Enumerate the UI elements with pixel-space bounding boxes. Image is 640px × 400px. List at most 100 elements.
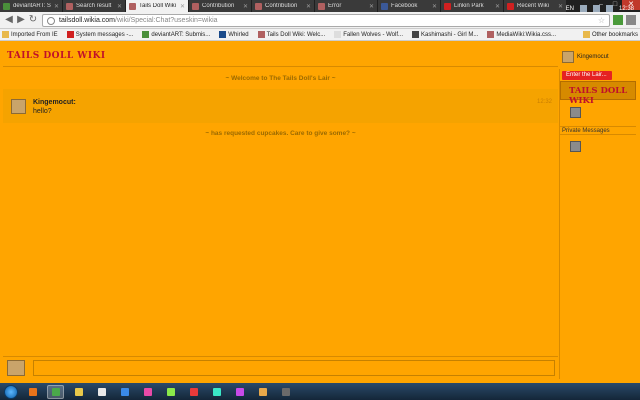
bookmark-favicon-icon — [257, 31, 265, 38]
windows-taskbar — [0, 383, 640, 400]
firefox-icon — [28, 387, 37, 396]
bookmark-item[interactable]: deviantART: Submis... — [142, 31, 210, 38]
chrome-icon — [51, 387, 60, 396]
browser-tab[interactable]: Facebook ✕ — [378, 0, 440, 12]
globe-icon — [47, 16, 55, 25]
back-icon[interactable]: ◀ — [3, 14, 15, 26]
wiki-logo[interactable]: TAILS DOLL WIKI — [7, 51, 106, 61]
bookmark-favicon-icon — [2, 31, 9, 38]
app11-icon — [258, 387, 267, 396]
taskbar-explorer-button[interactable] — [70, 385, 87, 399]
bookmark-label: MediaWiki:Wikia.css... — [496, 31, 557, 38]
app10-icon — [235, 387, 244, 396]
browser-tab[interactable]: Recent Wiki ✕ — [504, 0, 566, 12]
bookmarks-bar: Imported From IE System messages -... devi… — [0, 29, 640, 41]
tab-title: Tails Doll Wiki — [139, 3, 177, 9]
current-user-box[interactable]: Kingemocut — [559, 46, 637, 67]
taskbar-media-player-button[interactable] — [116, 385, 133, 399]
bookmark-star-icon[interactable]: ☆ — [598, 16, 605, 25]
close-tab-icon[interactable]: ✕ — [369, 3, 374, 10]
room-logo[interactable]: TAILS DOLL WIKI — [560, 81, 636, 106]
bookmark-item[interactable]: Imported From IE — [2, 31, 58, 38]
address-bar[interactable]: tailsdoll.wikia.com/wiki/Special:Chat?us… — [42, 14, 610, 27]
app9-icon — [212, 387, 221, 396]
taskbar-app11-button[interactable] — [254, 385, 271, 399]
bookmark-favicon-icon — [412, 31, 419, 38]
browser-toolbar: ◀ ▶ ↻ tailsdoll.wikia.com/wiki/Special:C… — [0, 12, 640, 29]
close-tab-icon[interactable]: ✕ — [54, 3, 59, 10]
tray-icon[interactable] — [579, 5, 587, 12]
message-timestamp: 12:32 — [536, 99, 552, 105]
taskbar-media-button[interactable] — [93, 385, 110, 399]
enter-room-button[interactable]: Enter the Lair... — [562, 71, 612, 80]
bookmark-item[interactable]: Fallen Wolves - Wolf... — [334, 31, 403, 38]
paint-icon — [143, 387, 152, 396]
start-button[interactable] — [4, 384, 18, 399]
taskbar-paint-button[interactable] — [139, 385, 156, 399]
taskbar-firefox-button[interactable] — [24, 385, 41, 399]
tab-title: Error — [328, 3, 342, 9]
browser-tab[interactable]: Contribution ✕ — [189, 0, 251, 12]
bookmark-item[interactable]: System messages -... — [66, 31, 133, 38]
bookmark-item[interactable]: Tails Doll Wiki: Welc... — [257, 31, 325, 38]
bookmark-item[interactable]: Kashimashi - Girl M... — [412, 31, 478, 38]
close-tab-icon[interactable]: ✕ — [180, 3, 185, 10]
chat-sidebar: Enter the Lair... TAILS DOLL WIKI Privat… — [559, 69, 637, 379]
bookmark-item[interactable]: MediaWiki:Wikia.css... — [487, 31, 556, 38]
favicon-icon — [66, 2, 73, 10]
volume-icon[interactable] — [605, 5, 613, 12]
bookmark-label: Whirled — [228, 31, 249, 38]
bookmark-favicon-icon — [219, 31, 227, 38]
avatar[interactable] — [11, 99, 26, 114]
bookmark-favicon-icon — [66, 31, 74, 38]
favicon-icon — [255, 2, 262, 10]
taskbar-app7-button[interactable] — [162, 385, 179, 399]
media-icon — [97, 387, 106, 396]
taskbar-app10-button[interactable] — [231, 385, 248, 399]
room-logo-text: TAILS DOLL WIKI — [569, 86, 628, 106]
bookmark-item[interactable]: Whirled — [219, 31, 249, 38]
favicon-icon — [318, 2, 325, 10]
language-indicator[interactable]: EN — [566, 6, 574, 12]
favicon-icon — [444, 2, 451, 10]
network-icon[interactable] — [592, 5, 600, 12]
private-messages-header: Private Messages — [560, 126, 636, 135]
close-tab-icon[interactable]: ✕ — [117, 3, 122, 10]
user-list-avatar[interactable] — [570, 107, 581, 118]
forward-icon[interactable]: ▶ — [15, 14, 27, 26]
reload-icon[interactable]: ↻ — [27, 14, 39, 26]
url-host: tailsdoll.wikia.com — [59, 17, 116, 24]
clock[interactable]: 12:38 — [619, 6, 634, 12]
favicon-icon — [507, 2, 514, 10]
close-tab-icon[interactable]: ✕ — [243, 3, 248, 10]
taskbar-app8-button[interactable] — [185, 385, 202, 399]
close-tab-icon[interactable]: ✕ — [432, 3, 437, 10]
message-username[interactable]: Kingemocut: — [33, 99, 76, 106]
browser-tab[interactable]: Tails Doll Wiki ✕ — [126, 0, 188, 12]
favicon-icon — [3, 2, 10, 10]
url-text[interactable]: tailsdoll.wikia.com/wiki/Special:Chat?us… — [59, 17, 598, 24]
taskbar-app9-button[interactable] — [208, 385, 225, 399]
chat-header: TAILS DOLL WIKI — [3, 46, 558, 67]
other-bookmarks[interactable]: Other bookmarks — [582, 31, 638, 38]
browser-tab[interactable]: Error ✕ — [315, 0, 377, 12]
bookmark-label: deviantART: Submis... — [151, 31, 211, 38]
tab-strip: deviantART: S ✕ Search result ✕ Tails Doll W… — [0, 0, 640, 12]
tab-title: Facebook — [391, 3, 418, 9]
tab-title: deviantART: S — [13, 3, 51, 9]
taskbar-chrome-button[interactable] — [47, 384, 64, 399]
taskbar-app12-button[interactable] — [277, 385, 294, 399]
folder-icon — [582, 31, 590, 38]
browser-tab[interactable]: Linkin Park ✕ — [441, 0, 503, 12]
chat-input[interactable] — [33, 360, 555, 376]
close-tab-icon[interactable]: ✕ — [306, 3, 311, 10]
browser-tab[interactable]: Search result ✕ — [63, 0, 125, 12]
browser-tab[interactable]: deviantART: S ✕ — [0, 0, 62, 12]
favicon-icon — [192, 2, 199, 10]
close-tab-icon[interactable]: ✕ — [495, 3, 500, 10]
browser-tab[interactable]: Contribution ✕ — [252, 0, 314, 12]
tab-title: Contribution — [202, 3, 235, 9]
private-message-avatar[interactable] — [570, 141, 581, 152]
close-tab-icon[interactable]: ✕ — [558, 3, 563, 10]
bookmark-favicon-icon — [142, 31, 150, 38]
